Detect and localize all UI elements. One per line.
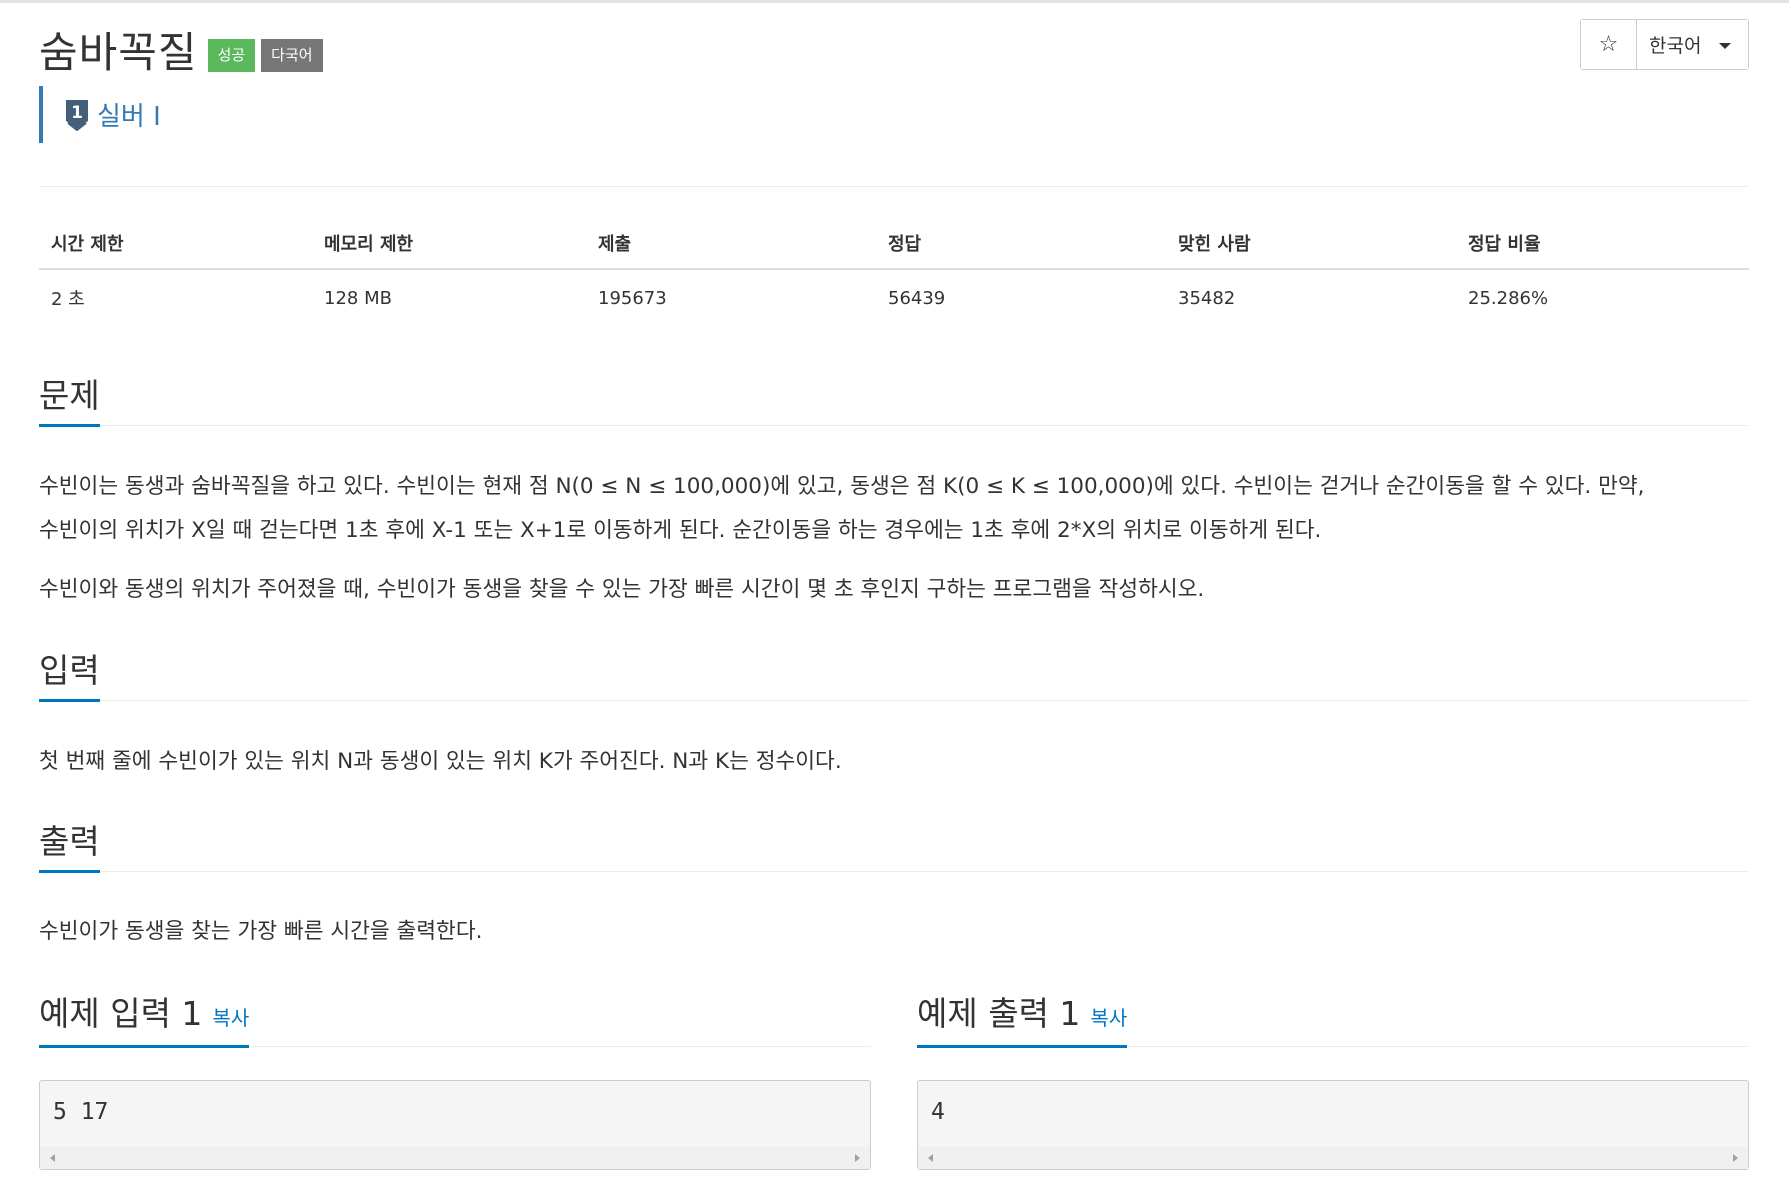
table-header: 제출 xyxy=(598,234,632,255)
favorite-button[interactable]: ☆ xyxy=(1581,20,1637,69)
status-badge-success: 성공 xyxy=(207,39,256,72)
table-header: 시간 제한 xyxy=(51,234,124,255)
caret-down-icon xyxy=(1719,43,1732,49)
output-description: 수빈이가 동생을 찾는 가장 빠른 시간을 출력한다. xyxy=(39,910,1749,954)
sample-title: 예제 입력 1 복사 xyxy=(39,994,250,1048)
sample-output-1: 예제 출력 1 복사 4 xyxy=(917,985,1749,1170)
table-header: 정답 비율 xyxy=(1468,234,1541,255)
input-description: 첫 번째 줄에 수빈이가 있는 위치 N과 동생이 있는 위치 K가 주어진다.… xyxy=(39,740,1749,784)
sample-title-text: 예제 출력 1 xyxy=(917,994,1081,1033)
language-label: 한국어 xyxy=(1649,35,1702,57)
output-text: 수빈이가 동생을 찾는 가장 빠른 시간을 출력한다. xyxy=(39,919,483,944)
copy-button[interactable]: 복사 xyxy=(1090,1006,1127,1030)
table-header-row: 시간 제한 메모리 제한 제출 정답 맞힌 사람 정답 비율 xyxy=(39,218,1749,270)
table-header: 메모리 제한 xyxy=(324,234,414,255)
input-text: 첫 번째 줄에 수빈이가 있는 위치 N과 동생이 있는 위치 K가 주어진다.… xyxy=(39,749,842,774)
star-icon: ☆ xyxy=(1598,32,1619,57)
problem-description: 수빈이는 동생과 숨바꼭질을 하고 있다. 수빈이는 현재 점 N(0 ≤ N … xyxy=(39,465,1749,553)
accuracy-value: 25.286% xyxy=(1468,287,1549,309)
copy-button[interactable]: 복사 xyxy=(212,1006,249,1030)
horizontal-scrollbar[interactable] xyxy=(918,1147,1748,1169)
problem-text-line: 수빈이와 동생의 위치가 주어졌을 때, 수빈이가 동생을 찾을 수 있는 가장… xyxy=(39,577,1205,602)
scroll-right-icon[interactable] xyxy=(1733,1154,1738,1162)
time-limit-value: 2 초 xyxy=(51,289,85,310)
problem-description-2: 수빈이와 동생의 위치가 주어졌을 때, 수빈이가 동생을 찾을 수 있는 가장… xyxy=(39,568,1749,612)
sample-title: 예제 출력 1 복사 xyxy=(917,994,1128,1048)
language-dropdown[interactable]: 한국어 xyxy=(1637,20,1748,69)
table-header: 정답 xyxy=(888,234,922,255)
problem-toolbar: ☆ 한국어 xyxy=(1580,19,1749,70)
input-section-header: 입력 xyxy=(39,651,1749,702)
sample-output-content: 4 xyxy=(931,1099,945,1125)
memory-limit-value: 128 MB xyxy=(324,287,392,309)
scroll-right-icon[interactable] xyxy=(855,1154,860,1162)
table-row: 2 초 128 MB 195673 56439 35482 25.286% xyxy=(39,270,1749,326)
problem-title: 숨바꼭질 xyxy=(39,28,198,77)
divider xyxy=(39,186,1749,187)
scroll-left-icon[interactable] xyxy=(928,1154,933,1162)
sample-input-box[interactable]: 5 17 xyxy=(39,1080,871,1170)
multilingual-badge: 다국어 xyxy=(261,39,323,72)
top-border xyxy=(0,0,1789,3)
scroll-left-icon[interactable] xyxy=(50,1154,55,1162)
submissions-value: 195673 xyxy=(598,287,667,309)
solvers-value: 35482 xyxy=(1178,287,1236,309)
tier-label[interactable]: 실버 I xyxy=(97,96,161,133)
table-header: 맞힌 사람 xyxy=(1178,234,1251,255)
section-title: 출력 xyxy=(39,822,100,873)
tier-badge-number: 1 xyxy=(71,103,83,123)
problem-text-line: 수빈이는 동생과 숨바꼭질을 하고 있다. 수빈이는 현재 점 N(0 ≤ N … xyxy=(39,474,1645,499)
tier-silver-icon: 1 xyxy=(66,99,88,131)
sample-output-box[interactable]: 4 xyxy=(917,1080,1749,1170)
sample-title-text: 예제 입력 1 xyxy=(39,994,203,1033)
horizontal-scrollbar[interactable] xyxy=(40,1147,870,1169)
output-section-header: 출력 xyxy=(39,822,1749,873)
title-row: 숨바꼭질 성공 다국어 xyxy=(39,18,323,78)
section-title: 문제 xyxy=(39,376,100,427)
problem-text-line: 수빈이의 위치가 X일 때 걷는다면 1초 후에 X-1 또는 X+1로 이동하… xyxy=(39,518,1322,543)
sample-header: 예제 입력 1 복사 xyxy=(39,985,871,1048)
sample-input-content: 5 17 xyxy=(53,1099,109,1125)
sample-header: 예제 출력 1 복사 xyxy=(917,985,1749,1048)
tier-block: 1 실버 I xyxy=(39,86,161,143)
section-title: 입력 xyxy=(39,651,100,702)
accepted-value: 56439 xyxy=(888,287,946,309)
problem-info-table: 시간 제한 메모리 제한 제출 정답 맞힌 사람 정답 비율 2 초 128 M… xyxy=(39,218,1749,326)
sample-input-1: 예제 입력 1 복사 5 17 xyxy=(39,985,871,1170)
problem-section-header: 문제 xyxy=(39,376,1749,427)
